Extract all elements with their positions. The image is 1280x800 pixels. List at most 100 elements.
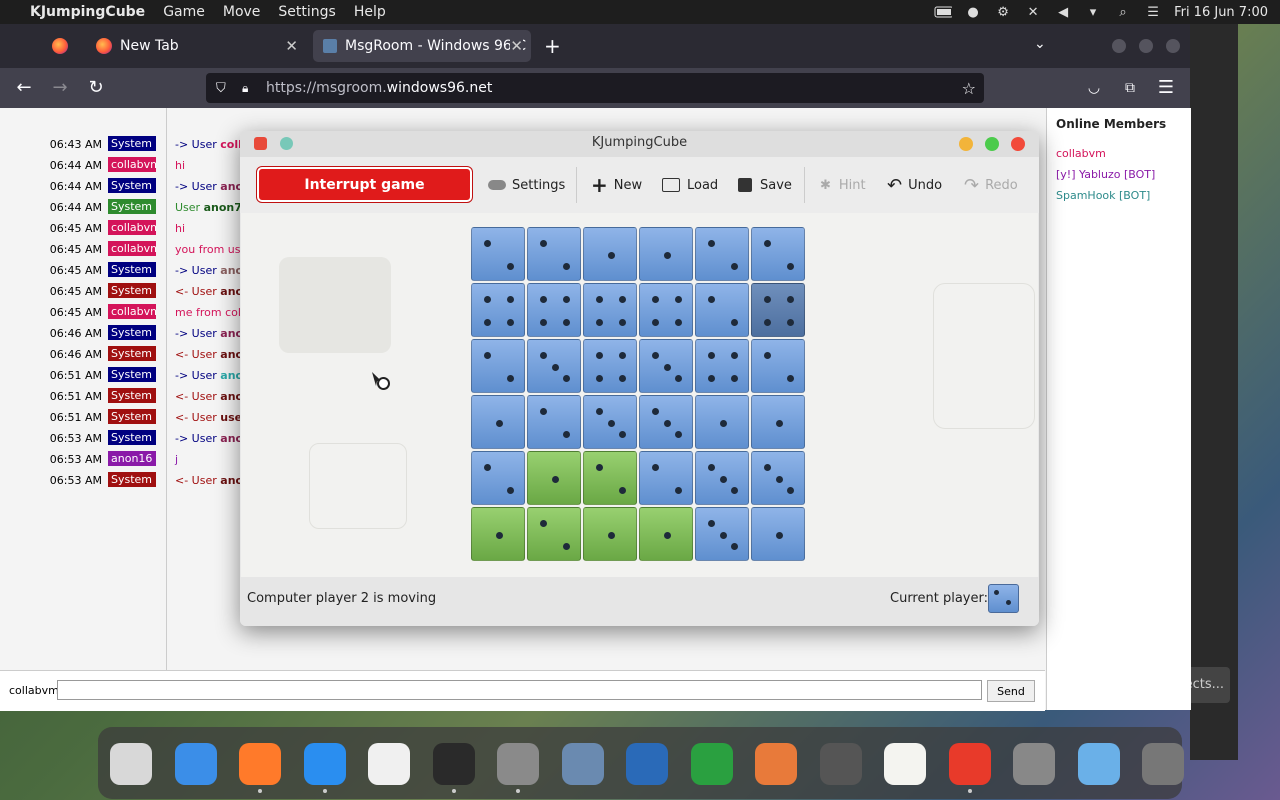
window-maximize-button[interactable] <box>1139 39 1153 53</box>
shield-icon[interactable]: ⛉ <box>216 81 230 96</box>
save-button[interactable]: Save <box>738 173 792 197</box>
member-item[interactable]: collabvm <box>1056 147 1106 160</box>
calculator-icon[interactable] <box>1013 743 1055 785</box>
cube-cell[interactable] <box>527 395 581 449</box>
firefox-icon[interactable] <box>239 743 281 785</box>
menu-move[interactable]: Move <box>214 4 270 20</box>
cube-cell[interactable] <box>751 395 805 449</box>
window-minimize-button[interactable] <box>1112 39 1126 53</box>
kjc-minimize-button[interactable] <box>959 137 973 151</box>
chat-username-badge[interactable]: System <box>108 430 156 445</box>
cube-cell[interactable] <box>639 283 693 337</box>
chat-username-badge[interactable]: System <box>108 472 156 487</box>
cube-cell[interactable] <box>583 451 637 505</box>
menubar-app-name[interactable]: KJumpingCube <box>21 4 154 20</box>
cube-cell[interactable] <box>583 395 637 449</box>
paint-icon[interactable] <box>755 743 797 785</box>
cube-cell[interactable] <box>639 227 693 281</box>
volume-icon[interactable]: ◀ <box>1054 5 1072 20</box>
list-all-tabs-icon[interactable]: ⌄ <box>1034 36 1046 52</box>
kjc-pin-icon[interactable] <box>280 137 293 150</box>
hint-button[interactable]: ✱ Hint <box>820 173 866 197</box>
pinned-tab-firefox[interactable] <box>42 30 78 62</box>
chevron-down-icon[interactable]: ▾ <box>1084 5 1102 20</box>
cube-cell[interactable] <box>695 507 749 561</box>
battery-icon[interactable] <box>934 5 953 19</box>
undo-button[interactable]: ↶ Undo <box>887 173 942 197</box>
pocket-icon[interactable]: ◡ <box>1082 77 1106 99</box>
spreadsheet-icon[interactable] <box>690 743 733 785</box>
terminal-icon[interactable] <box>432 743 475 785</box>
chat-nickname[interactable]: collabvm <box>9 684 59 697</box>
notes-icon[interactable] <box>884 743 926 785</box>
system-settings-icon[interactable] <box>497 743 539 785</box>
cube-cell[interactable] <box>695 451 749 505</box>
cube-cell[interactable] <box>471 283 525 337</box>
cube-cell[interactable] <box>639 507 693 561</box>
cube-cell[interactable] <box>639 395 693 449</box>
chat-username-badge[interactable]: collabvm <box>108 241 156 256</box>
cube-cell[interactable] <box>695 283 749 337</box>
user-icon[interactable]: ● <box>964 5 982 20</box>
redo-button[interactable]: ↷ Redo <box>964 173 1018 197</box>
interrupt-game-button[interactable]: Interrupt game <box>257 167 472 202</box>
menu-help[interactable]: Help <box>345 4 395 20</box>
photos-icon[interactable] <box>368 743 410 785</box>
chat-username-badge[interactable]: System <box>108 136 156 151</box>
cube-cell[interactable] <box>527 451 581 505</box>
account-settings-icon[interactable]: ⚙ <box>994 5 1012 20</box>
tab-new-tab[interactable]: New Tab ✕ <box>86 30 306 62</box>
bookmark-star-icon[interactable]: ☆ <box>962 79 976 98</box>
app-store-icon[interactable] <box>303 743 346 785</box>
search-icon[interactable]: ⌕ <box>1114 5 1132 20</box>
member-item[interactable]: [y!] Yabluzo [BOT] <box>1056 168 1155 181</box>
cube-cell[interactable] <box>639 339 693 393</box>
cube-cell[interactable] <box>471 339 525 393</box>
control-center-icon[interactable]: ☰ <box>1144 5 1162 20</box>
close-tab-icon[interactable]: ✕ <box>510 37 523 55</box>
cube-cell[interactable] <box>751 507 805 561</box>
finder-icon[interactable] <box>174 743 217 785</box>
kjc-titlebar[interactable]: KJumpingCube <box>240 131 1039 157</box>
chat-username-badge[interactable]: System <box>108 178 156 193</box>
kjc-maximize-button[interactable] <box>985 137 999 151</box>
cube-cell[interactable] <box>527 227 581 281</box>
chat-username-badge[interactable]: System <box>108 346 156 361</box>
chat-username-badge[interactable]: collabvm <box>108 220 156 235</box>
window-close-button[interactable] <box>1166 39 1180 53</box>
cube-cell[interactable] <box>527 283 581 337</box>
chat-username-badge[interactable]: System <box>108 367 156 382</box>
trash-icon[interactable] <box>1142 743 1184 785</box>
new-tab-button[interactable]: + <box>544 34 561 58</box>
kjumpingcube-icon[interactable] <box>948 743 991 785</box>
cube-cell[interactable] <box>583 507 637 561</box>
member-item[interactable]: SpamHook [BOT] <box>1056 189 1150 202</box>
launchpad-icon[interactable] <box>110 743 152 785</box>
document-icon[interactable] <box>626 743 668 785</box>
chat-username-badge[interactable]: System <box>108 409 156 424</box>
chat-username-badge[interactable]: anon16 <box>108 451 156 466</box>
menu-icon[interactable]: ☰ <box>1154 77 1178 99</box>
cube-cell[interactable] <box>583 339 637 393</box>
cube-cell[interactable] <box>471 395 525 449</box>
extensions-icon[interactable]: ⧉ <box>1118 77 1142 99</box>
cube-cell[interactable] <box>583 283 637 337</box>
close-tab-icon[interactable]: ✕ <box>285 37 298 55</box>
url-bar[interactable]: ⛉ 🔒︎ https://msgroom.windows96.net ☆ <box>206 73 984 103</box>
chat-username-badge[interactable]: System <box>108 199 156 214</box>
forward-icon[interactable]: → <box>48 77 72 99</box>
kjc-close-button[interactable] <box>1011 137 1025 151</box>
cassette-icon[interactable] <box>819 743 862 785</box>
cube-cell[interactable] <box>639 451 693 505</box>
reload-icon[interactable]: ↻ <box>84 77 108 99</box>
chat-username-badge[interactable]: collabvm <box>108 157 156 172</box>
cube-cell[interactable] <box>471 507 525 561</box>
lock-icon[interactable]: 🔒︎ <box>242 81 256 96</box>
cube-cell[interactable] <box>751 283 805 337</box>
load-button[interactable]: Load <box>662 173 718 197</box>
chat-message-input[interactable] <box>57 680 982 700</box>
cube-cell[interactable] <box>527 507 581 561</box>
cube-cell[interactable] <box>751 451 805 505</box>
cube-cell[interactable] <box>527 339 581 393</box>
chat-username-badge[interactable]: System <box>108 262 156 277</box>
